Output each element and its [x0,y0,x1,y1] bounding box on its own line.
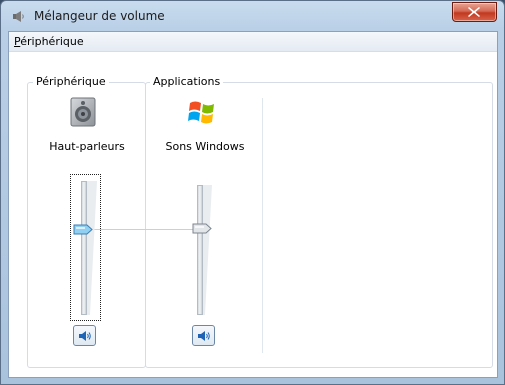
volume-link-line [91,229,195,230]
title-bar[interactable]: Mélangeur de volume [1,1,504,31]
device-slider-track [81,181,87,315]
app-divider [262,98,263,353]
device-name-label: Haut-parleurs [49,140,125,153]
menu-bar: Périphérique [9,32,497,52]
app-slider-track [197,185,203,315]
app-mute-button[interactable] [192,325,215,346]
applications-group-label: Applications [150,75,224,88]
speaker-mute-icon [79,331,91,341]
device-mute-button[interactable] [73,325,96,346]
close-icon [468,7,480,17]
speaker-icon [13,11,24,22]
windows-logo-icon [188,101,214,124]
menu-peripherique[interactable]: Périphérique [14,35,84,48]
app-volume-thumb[interactable] [192,223,212,234]
speaker-mute-icon [198,331,210,341]
device-group-label: Périphérique [33,75,109,88]
window-title: Mélangeur de volume [34,9,165,23]
device-volume-thumb[interactable] [73,224,93,235]
app-name-label: Sons Windows [165,140,245,153]
speaker-device-icon [70,97,96,127]
device-volume-slider[interactable] [70,174,101,321]
app-volume-slider[interactable] [189,185,217,315]
close-button[interactable] [452,2,497,22]
volume-mixer-window: Mélangeur de volume Périphérique Périphé… [0,0,505,385]
client-area: Périphérique Périphérique Applications H… [8,31,498,378]
